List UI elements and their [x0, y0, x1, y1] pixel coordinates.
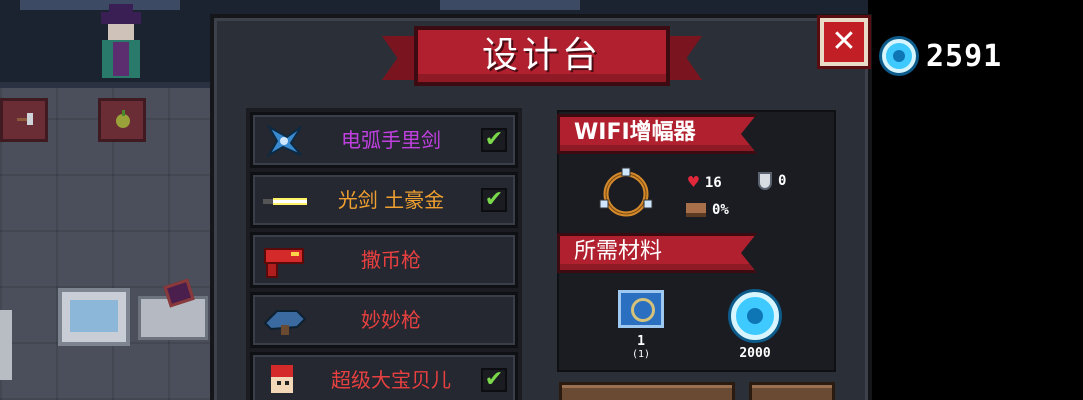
speed-stat: 0% [686, 202, 729, 218]
lightsaber-icon [263, 198, 307, 205]
hp-value: 16 [704, 174, 722, 191]
barrel [0, 310, 12, 380]
coin-gun-icon [264, 248, 304, 278]
title-banner: 设计台 [382, 22, 702, 92]
materials-title: 所需材料 [574, 239, 663, 264]
wifi-amplifier-icon [599, 167, 653, 217]
shuriken-icon [266, 124, 302, 158]
checkbox[interactable]: ✔ [481, 128, 507, 152]
miao-gun-icon [263, 310, 307, 335]
check-icon: ✔ [484, 367, 504, 392]
list-item[interactable]: 超级大宝贝儿 ✔ [250, 352, 518, 400]
item-name: 光剑 土豪金 [337, 188, 445, 212]
computer-desk[interactable] [58, 288, 130, 346]
boot-icon [686, 203, 706, 217]
item-name: 妙妙枪 [361, 308, 421, 332]
wall-window [440, 0, 580, 10]
armor-stat: 0 [758, 172, 786, 190]
seed-icon [116, 110, 130, 128]
craft-button[interactable] [559, 382, 735, 400]
close-button[interactable]: ✕ [820, 18, 868, 66]
item-title-ribbon: WIFI增幅器 [557, 114, 757, 154]
item-name: 撒币枪 [361, 248, 421, 272]
gem-icon [882, 39, 916, 73]
list-item[interactable]: 电弧手里剑 ✔ [250, 112, 518, 168]
materials-ribbon: 所需材料 [557, 233, 757, 273]
gem-count: 2591 [926, 38, 1003, 74]
armor-value: 0 [778, 173, 787, 189]
close-icon: ✕ [831, 24, 857, 59]
seed-pedestal[interactable] [98, 98, 146, 142]
heart-icon: ♥ [688, 172, 699, 193]
axe-icon [17, 113, 33, 125]
page-title: 设计台 [481, 35, 602, 76]
shield-icon [758, 172, 772, 190]
wall-window [20, 0, 180, 10]
checkbox[interactable]: ✔ [481, 188, 507, 212]
gem-counter: 2591 [882, 36, 1002, 76]
check-icon: ✔ [484, 187, 504, 212]
weapon-pedestal[interactable] [0, 98, 48, 142]
wizard-npc[interactable] [96, 4, 146, 78]
blueprint-list: 电弧手里剑 ✔ 光剑 土豪金 ✔ 撒币枪 妙妙枪 超级大宝贝儿 ✔ [246, 108, 522, 400]
speed-value: 0% [712, 202, 729, 218]
list-item[interactable]: 光剑 土豪金 ✔ [250, 172, 518, 228]
checkbox[interactable]: ✔ [481, 368, 507, 392]
list-item[interactable]: 撒币枪 [250, 232, 518, 288]
material-slot-blueprint: 1 (1) [616, 290, 666, 360]
item-name: 超级大宝贝儿 [331, 368, 451, 392]
secondary-button[interactable] [749, 382, 835, 400]
material-owned: (1) [631, 349, 651, 360]
blueprint-icon [618, 290, 664, 328]
item-name: 电弧手里剑 [341, 128, 441, 152]
material-count: 1 [637, 334, 645, 349]
super-baby-icon [271, 365, 293, 393]
check-icon: ✔ [484, 127, 504, 152]
gem-icon [731, 292, 779, 340]
item-title: WIFI增幅器 [574, 120, 696, 145]
hp-stat: ♥ 16 [688, 172, 722, 193]
list-item[interactable]: 妙妙枪 [250, 292, 518, 348]
material-count: 2000 [739, 346, 771, 361]
material-slot-gems: 2000 [726, 292, 784, 361]
